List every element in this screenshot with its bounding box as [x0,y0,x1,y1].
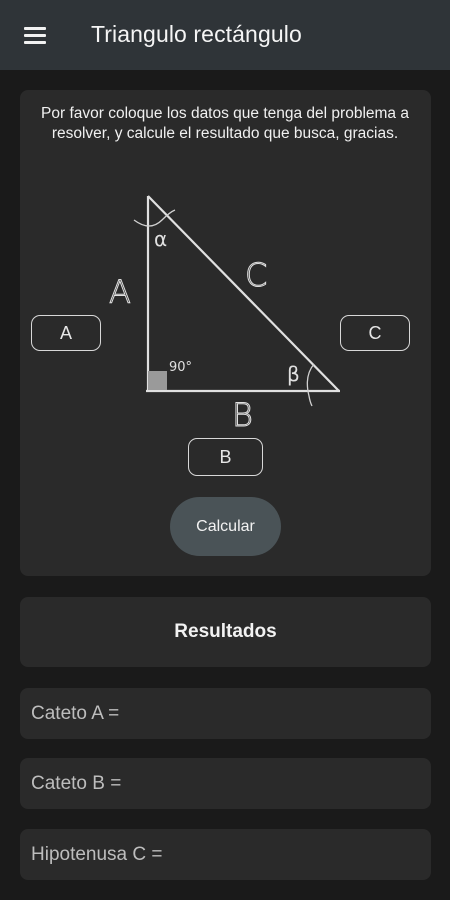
right-triangle-diagram: α β 90° A C B [109,195,340,430]
label-side-b: B [232,396,253,430]
result-cateto-b: Cateto B = [20,758,431,809]
label-beta: β [287,362,300,386]
results-header-card: Resultados [20,597,431,667]
label-side-a: A [109,273,131,311]
side-a-input[interactable]: A [31,315,101,351]
results-title: Resultados [174,621,277,642]
calculate-button[interactable]: Calcular [170,497,281,556]
side-c-input[interactable]: C [340,315,410,351]
side-b-input[interactable]: B [188,438,263,476]
label-alpha: α [154,227,167,251]
hamburger-menu-icon[interactable] [22,24,50,48]
app-bar: Triangulo rectángulo [0,0,450,70]
page-title: Triangulo rectángulo [91,21,302,47]
beta-arc [306,363,315,407]
label-90: 90° [169,360,192,375]
result-cateto-a: Cateto A = [20,688,431,739]
instructions-text: Por favor coloque los datos que tenga de… [41,105,409,142]
right-angle-marker [148,371,167,390]
label-side-c: C [245,256,267,294]
result-hipotenusa-c: Hipotenusa C = [20,829,431,880]
